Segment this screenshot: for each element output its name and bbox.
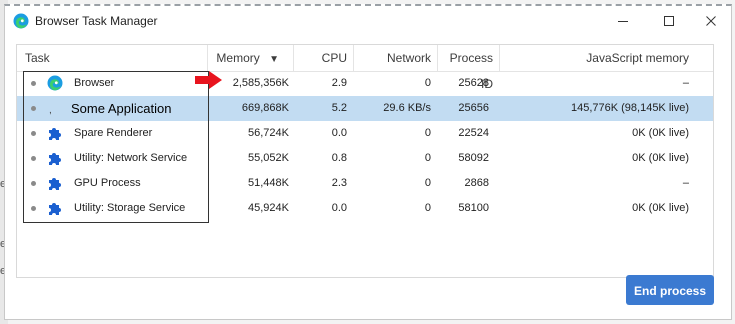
process-id-value: 25656 [458,102,489,114]
network-value: 0 [424,177,431,189]
cpu-value: 0.0 [331,202,347,214]
status-dot [31,131,36,136]
edge-icon [47,75,63,91]
network-value: 0 [424,127,431,139]
sort-descending-icon: ▼ [269,54,279,65]
network-value: 0 [424,77,431,89]
task-name: Spare Renderer [74,127,153,139]
minimize-button[interactable] [601,6,645,36]
status-dot [31,156,36,161]
js-memory-value: 0K (0K live) [632,127,689,139]
memory-value: 669,868K [241,102,289,114]
js-memory-value: 0K (0K live) [632,152,689,164]
puzzle-icon [49,153,61,165]
network-value: 0 [424,202,431,214]
process-id-value: 25628 [458,77,489,89]
cpu-value: 2.9 [331,77,347,89]
cpu-value: 0.8 [331,152,347,164]
table-header: Task Memory ▼ CPU Network Process ID Jav… [17,45,713,91]
cpu-value: 2.3 [331,177,347,189]
task-name: Utility: Network Service [74,152,188,164]
status-dot [31,206,36,211]
table-row[interactable]: GPU Process 51,448K 2.3 0 2868 – [17,171,713,196]
js-memory-value: – [682,177,689,189]
js-memory-value: 0K (0K live) [632,202,689,214]
puzzle-icon [49,178,61,190]
header-memory-label: Memory [216,51,260,65]
edge-logo-icon [13,13,29,29]
process-id-value: 22524 [458,127,489,139]
network-value: 29.6 KB/s [383,102,431,114]
memory-value: 55,052K [248,152,289,164]
status-dot [31,81,36,86]
end-process-button[interactable]: End process [626,275,714,305]
cpu-value: 0.0 [331,127,347,139]
puzzle-icon [49,128,61,140]
title-bar: Browser Task Manager [5,6,731,36]
memory-value: 51,448K [248,177,289,189]
task-name: Browser [74,77,115,89]
status-dot [31,106,36,111]
table-row[interactable]: Utility: Network Service 55,052K 0.8 0 5… [17,146,713,171]
status-dot [31,181,36,186]
js-memory-value: 145,776K (98,145K live) [570,102,689,114]
network-value: 0 [424,152,431,164]
header-cpu[interactable]: CPU [293,45,353,71]
close-icon [706,16,716,26]
header-process-id[interactable]: Process ID [437,45,499,91]
annotation-overlay-label: Some Application [71,101,172,116]
header-memory[interactable]: Memory ▼ [207,45,293,71]
task-name: GPU Process [74,177,141,189]
window-title: Browser Task Manager [35,14,158,28]
table-row[interactable]: Spare Renderer 56,724K 0.0 0 22524 0K (0… [17,121,713,146]
task-table: Task Memory ▼ CPU Network Process ID Jav… [16,44,714,278]
table-row[interactable]: Browser 2,585,356K 2.9 0 25628 – [17,71,713,96]
cpu-value: 5.2 [331,102,347,114]
js-memory-value: – [682,77,689,89]
close-button[interactable] [689,6,733,36]
process-id-value: 2868 [464,177,489,189]
maximize-icon [664,16,674,26]
memory-value: 56,724K [248,127,289,139]
process-id-value: 58100 [458,202,489,214]
process-id-value: 58092 [458,152,489,164]
minimize-icon [618,21,628,22]
maximize-button[interactable] [647,6,691,36]
table-row[interactable]: Utility: Storage Service 45,924K 0.0 0 5… [17,196,713,221]
tab-icon: , [49,105,52,116]
memory-value: 45,924K [248,202,289,214]
header-task[interactable]: Task [25,45,205,71]
puzzle-icon [49,203,61,215]
red-arrow-icon [195,71,222,89]
task-name: Utility: Storage Service [74,202,186,214]
header-js-memory[interactable]: JavaScript memory [499,45,695,71]
header-network[interactable]: Network [353,45,437,71]
